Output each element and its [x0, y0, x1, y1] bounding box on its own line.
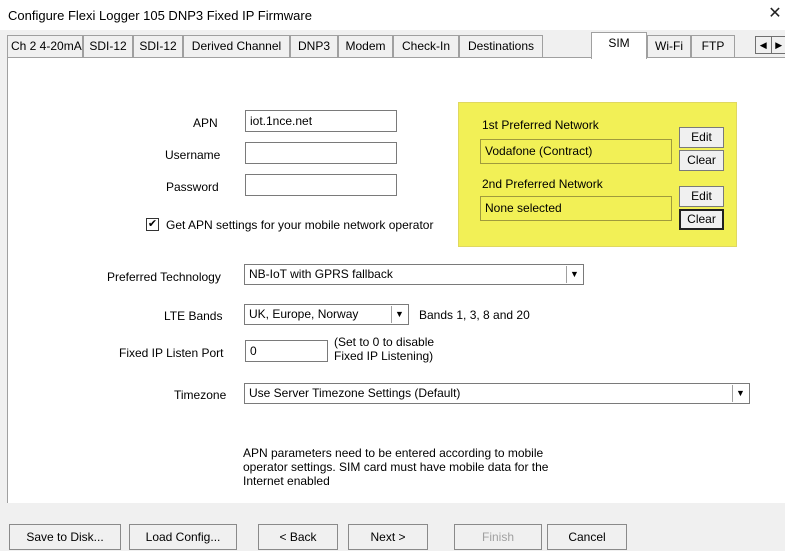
info-text-line-2: operator settings. SIM card must have mo… — [243, 460, 549, 474]
tab-sim[interactable]: SIM — [591, 32, 647, 59]
timezone-label: Timezone — [174, 388, 227, 402]
chevron-down-icon: ▼ — [732, 385, 748, 402]
save-to-disk-button[interactable]: Save to Disk... — [9, 524, 121, 550]
second-network-edit-button[interactable]: Edit — [679, 186, 724, 207]
listen-port-input[interactable]: 0 — [245, 340, 328, 362]
tab-strip: Ch 2 4-20mA SDI-12 SDI-12 Derived Channe… — [7, 32, 785, 59]
tab-ch2-4-20ma[interactable]: Ch 2 4-20mA — [7, 35, 83, 57]
finish-button[interactable]: Finish — [454, 524, 542, 550]
get-apn-checkbox[interactable]: ✔ — [146, 218, 159, 231]
preferred-technology-value: NB-IoT with GPRS fallback — [249, 267, 393, 281]
apn-input[interactable]: iot.1nce.net — [245, 110, 397, 132]
first-network-clear-button[interactable]: Clear — [679, 150, 724, 171]
tab-check-in[interactable]: Check-In — [393, 35, 459, 57]
timezone-value: Use Server Timezone Settings (Default) — [249, 386, 461, 400]
tab-ftp[interactable]: FTP — [691, 35, 735, 57]
tab-scroll-left-icon[interactable]: ◀ — [756, 37, 772, 53]
timezone-select[interactable]: Use Server Timezone Settings (Default) ▼ — [244, 383, 750, 404]
preferred-technology-label: Preferred Technology — [107, 270, 221, 284]
second-network-field: None selected — [480, 196, 672, 221]
apn-label: APN — [193, 116, 218, 130]
preferred-technology-select[interactable]: NB-IoT with GPRS fallback ▼ — [244, 264, 584, 285]
lte-bands-select[interactable]: UK, Europe, Norway ▼ — [244, 304, 409, 325]
chevron-down-icon: ▼ — [391, 306, 407, 323]
info-text-line-3: Internet enabled — [243, 474, 330, 488]
password-input[interactable] — [245, 174, 397, 196]
info-text-line-1: APN parameters need to be entered accord… — [243, 446, 544, 460]
tab-sdi12-a[interactable]: SDI-12 — [83, 35, 133, 57]
tab-sdi12-b[interactable]: SDI-12 — [133, 35, 183, 57]
password-label: Password — [166, 180, 219, 194]
lte-bands-value: UK, Europe, Norway — [249, 307, 359, 321]
window-title: Configure Flexi Logger 105 DNP3 Fixed IP… — [8, 8, 312, 23]
listen-port-note-line-1: (Set to 0 to disable — [334, 335, 435, 349]
tab-scroll-right-icon[interactable]: ▶ — [772, 37, 785, 53]
get-apn-label: Get APN settings for your mobile network… — [166, 218, 434, 232]
close-icon[interactable]: ✕ — [766, 6, 784, 24]
tab-derived-channel[interactable]: Derived Channel — [183, 35, 290, 57]
back-button[interactable]: < Back — [258, 524, 338, 550]
second-network-label: 2nd Preferred Network — [482, 177, 603, 191]
tab-scroll-buttons: ◀ ▶ — [755, 36, 785, 54]
chevron-down-icon: ▼ — [566, 266, 582, 283]
username-label: Username — [165, 148, 221, 162]
cancel-button[interactable]: Cancel — [547, 524, 627, 550]
tab-dnp3[interactable]: DNP3 — [290, 35, 338, 57]
lte-bands-note: Bands 1, 3, 8 and 20 — [419, 308, 530, 322]
listen-port-label: Fixed IP Listen Port — [119, 346, 224, 360]
first-network-label: 1st Preferred Network — [482, 118, 599, 132]
load-config-button[interactable]: Load Config... — [129, 524, 237, 550]
first-network-field: Vodafone (Contract) — [480, 139, 672, 164]
tab-modem[interactable]: Modem — [338, 35, 393, 57]
tab-destinations[interactable]: Destinations — [459, 35, 543, 57]
second-network-clear-button[interactable]: Clear — [679, 209, 724, 230]
listen-port-note-line-2: Fixed IP Listening) — [334, 349, 434, 363]
lte-bands-label: LTE Bands — [164, 309, 223, 323]
username-input[interactable] — [245, 142, 397, 164]
title-bar: Configure Flexi Logger 105 DNP3 Fixed IP… — [0, 0, 785, 30]
first-network-edit-button[interactable]: Edit — [679, 127, 724, 148]
preferred-networks-panel: 1st Preferred Network Vodafone (Contract… — [458, 102, 737, 247]
tab-wifi[interactable]: Wi-Fi — [647, 35, 691, 57]
next-button[interactable]: Next > — [348, 524, 428, 550]
